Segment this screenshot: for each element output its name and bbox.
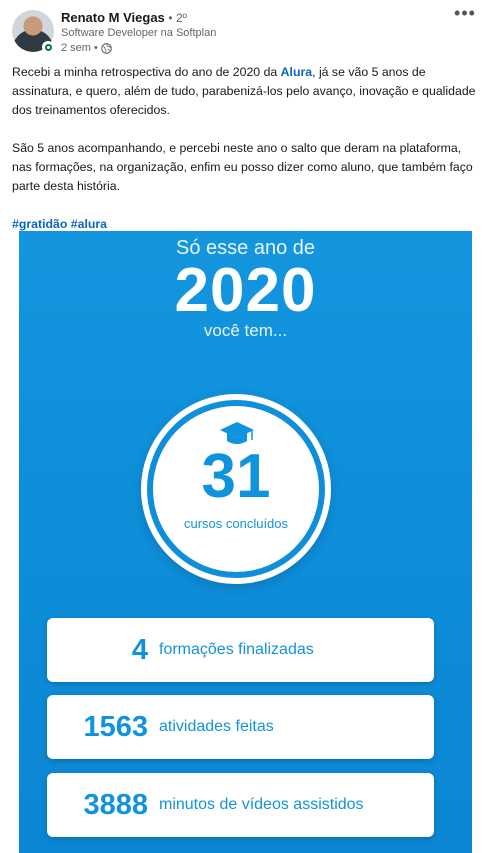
image-subtitle: você tem...: [203, 321, 288, 340]
author-name[interactable]: Renato M Viegas: [61, 10, 165, 25]
courses-count: 31: [201, 442, 271, 511]
courses-circle-inner: 31 cursos concluídos: [153, 406, 319, 572]
stat-number: 1563: [83, 710, 148, 743]
post-paragraph-2: São 5 anos acompanhando, e percebi neste…: [12, 141, 473, 193]
stat-label: atividades feitas: [159, 718, 274, 735]
stat-card-atividades: 1563 atividades feitas: [47, 695, 434, 759]
online-status-icon: [42, 41, 54, 53]
courses-circle: 31 cursos concluídos: [141, 394, 331, 584]
post-meta: 2 sem •: [61, 42, 112, 54]
post-text-part: Recebi a minha retrospectiva do ano de 2…: [12, 65, 281, 79]
stat-number: 3888: [83, 788, 148, 821]
post-paragraph-1: Recebi a minha retrospectiva do ano de 2…: [12, 63, 482, 120]
image-year: 2020: [174, 256, 317, 325]
stat-label: formações finalizadas: [159, 641, 314, 658]
stat-label: minutos de vídeos assistidos: [159, 796, 364, 813]
post-image[interactable]: Só esse ano de 2020 você tem... 31 curso…: [19, 231, 472, 853]
post-time: 2 sem •: [61, 42, 98, 54]
connection-degree: • 2º: [168, 11, 188, 25]
post-text: Recebi a minha retrospectiva do ano de 2…: [12, 63, 482, 253]
stat-card-minutos: 3888 minutos de vídeos assistidos: [47, 773, 434, 837]
stat-card-formacoes: 4 formações finalizadas: [47, 618, 434, 682]
more-icon[interactable]: •••: [451, 4, 479, 26]
stat-number: 4: [131, 633, 148, 666]
author-line: Renato M Viegas • 2º: [61, 10, 187, 25]
post-header: Renato M Viegas • 2º Software Developer …: [0, 0, 491, 62]
globe-icon: [101, 42, 112, 54]
author-headline: Software Developer na Softplan: [61, 27, 217, 39]
alura-link[interactable]: Alura: [281, 65, 312, 79]
courses-label: cursos concluídos: [183, 516, 289, 531]
